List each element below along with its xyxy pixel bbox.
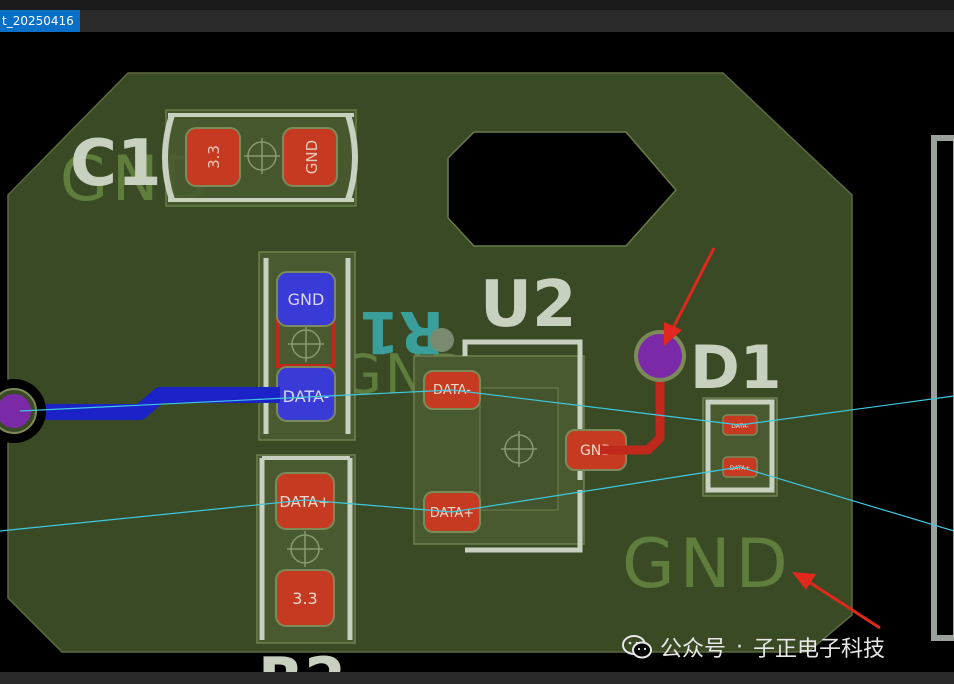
u2-designator: U2 bbox=[480, 268, 577, 342]
d1-designator: D1 bbox=[690, 333, 782, 403]
wechat-icon bbox=[622, 635, 652, 659]
gnd-net-label: GND bbox=[622, 525, 793, 604]
c1-footprint[interactable]: 3.3 GND bbox=[162, 109, 358, 207]
watermark-separator: · bbox=[736, 634, 744, 660]
r2-designator: R2 bbox=[258, 645, 346, 672]
r2-footprint[interactable]: DATA+ 3.3 bbox=[256, 454, 356, 644]
c1-designator: C1 bbox=[70, 127, 162, 201]
document-tab-strip bbox=[0, 10, 954, 32]
watermark-brand: 公众号 bbox=[660, 637, 727, 662]
c1-pad-2-label: GND bbox=[303, 140, 321, 174]
connector-outline bbox=[931, 135, 954, 641]
u2-pad-data-plus-label: DATA+ bbox=[430, 506, 474, 521]
r1-pad-top-label: GND bbox=[288, 290, 325, 309]
status-bar bbox=[0, 672, 954, 684]
system-toolbar bbox=[0, 0, 954, 10]
r1-footprint[interactable]: GND DATA- bbox=[258, 251, 356, 441]
c1-pad-1-label: 3.3 bbox=[205, 145, 223, 169]
watermark: 公众号 · 子正电子科技 bbox=[622, 630, 885, 664]
document-tab[interactable]: t_20250416 bbox=[0, 10, 80, 32]
d1-footprint[interactable]: DATA- DATA+ bbox=[702, 397, 778, 497]
watermark-account: 子正电子科技 bbox=[753, 637, 886, 662]
via-gnd[interactable] bbox=[634, 330, 686, 382]
r1-origin-marker bbox=[430, 328, 454, 352]
pcb-canvas[interactable]: GND GND GND 3.3 GND C1 GND DATA- R1 DATA… bbox=[0, 32, 954, 684]
r2-pad-bottom-label: 3.3 bbox=[292, 589, 317, 608]
